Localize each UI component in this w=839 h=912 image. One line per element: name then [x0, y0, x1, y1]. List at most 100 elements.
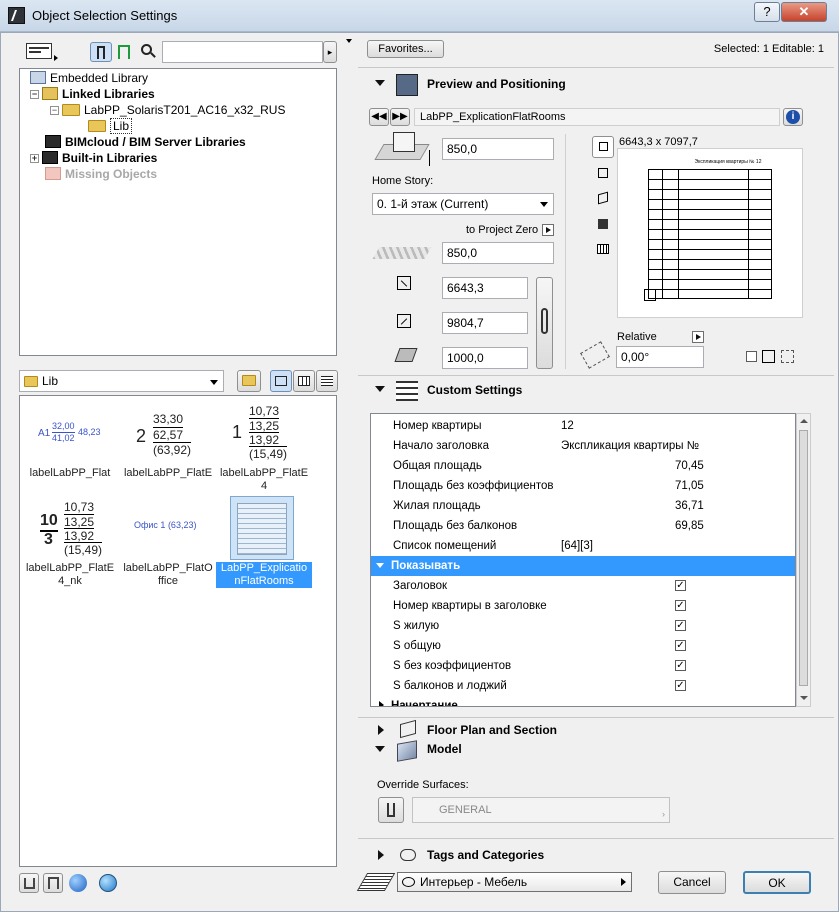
- angle-input[interactable]: 0,00°: [616, 346, 704, 368]
- tree-item-bimcloud[interactable]: BIMcloud / BIM Server Libraries: [45, 134, 246, 150]
- library-green-icon[interactable]: [118, 45, 130, 59]
- library-tree[interactable]: Embedded Library − Linked Libraries − LabP…: [19, 68, 337, 356]
- to-project-zero-button[interactable]: [542, 224, 554, 236]
- library-manager-button[interactable]: [19, 873, 39, 893]
- folder-select[interactable]: Lib: [19, 370, 224, 392]
- list-view-button[interactable]: [316, 370, 338, 392]
- expand-icon[interactable]: +: [30, 154, 39, 163]
- collapse-icon[interactable]: [376, 563, 384, 568]
- expand-section-icon[interactable]: [378, 725, 384, 735]
- prev-object-button[interactable]: ◀◀: [369, 108, 389, 126]
- param-row[interactable]: Заголовок ✓: [371, 576, 795, 596]
- collapse-section-icon[interactable]: [375, 746, 385, 752]
- width-input[interactable]: 6643,3: [442, 277, 528, 299]
- param-row[interactable]: Общая площадь 70,45: [371, 456, 795, 476]
- param-value[interactable]: 36,71: [675, 496, 704, 516]
- collapse-icon[interactable]: −: [30, 90, 39, 99]
- folder-up-button[interactable]: [237, 370, 261, 392]
- collapse-section-icon[interactable]: [375, 80, 385, 86]
- param-value[interactable]: 69,85: [675, 516, 704, 536]
- param-row[interactable]: Площадь без балконов 69,85: [371, 516, 795, 536]
- film-icon[interactable]: [597, 244, 609, 254]
- param-row[interactable]: Список помещений [64][3]: [371, 536, 795, 556]
- relative-button[interactable]: [692, 331, 704, 343]
- param-row[interactable]: Площадь без коэффициентов 71,05: [371, 476, 795, 496]
- thumb-labelLabPP_Flat[interactable]: A1 32,00 41,02 48,23 labelLabPP_Flat: [22, 406, 118, 482]
- render-view-icon[interactable]: [598, 219, 608, 229]
- library-chair-icon[interactable]: [90, 42, 112, 62]
- collapse-icon[interactable]: −: [50, 106, 59, 115]
- param-row[interactable]: S без коэффициентов ✓: [371, 656, 795, 676]
- thumb-labelLabPP_FlatE[interactable]: 2 33,30 62,57 (63,92) labelLabPP_FlatE: [120, 406, 216, 482]
- param-row[interactable]: Начало заголовка Экспликация квартиры №: [371, 436, 795, 456]
- param-checkbox[interactable]: ✓: [675, 680, 686, 691]
- library-search-input[interactable]: [162, 41, 323, 63]
- mirror-checkbox[interactable]: [746, 351, 757, 362]
- cancel-button[interactable]: Cancel: [658, 871, 726, 894]
- next-object-button[interactable]: ▶▶: [390, 108, 410, 126]
- scroll-up-icon[interactable]: [800, 419, 808, 423]
- param-value[interactable]: 71,05: [675, 476, 704, 496]
- tree-item-missing[interactable]: Missing Objects: [45, 166, 157, 182]
- param-checkbox[interactable]: ✓: [675, 640, 686, 651]
- parameter-list[interactable]: Номер квартиры 12 Начало заголовка Эксплик…: [370, 413, 796, 707]
- tree-item-linked-libraries[interactable]: − Linked Libraries: [30, 86, 155, 102]
- param-value[interactable]: 70,45: [675, 456, 704, 476]
- add-object-button[interactable]: [43, 873, 63, 893]
- depth-input[interactable]: 9804,7: [442, 312, 528, 334]
- param-row[interactable]: S общую ✓: [371, 636, 795, 656]
- close-button[interactable]: ✕: [781, 2, 827, 22]
- param-row[interactable]: Номер квартиры в заголовке ✓: [371, 596, 795, 616]
- thumb-labelLabPP_FlatE4_nk[interactable]: 10 3 10,73 13,25 13,92 (15,49) labelLabP…: [22, 500, 118, 587]
- scroll-down-icon[interactable]: [800, 696, 808, 700]
- thumb-labelLabPP_FlatOffice[interactable]: Офис 1 (63,23) labelLabPP_FlatO ffice: [120, 500, 216, 587]
- param-value[interactable]: Экспликация квартиры №: [561, 436, 699, 456]
- param-row[interactable]: Номер квартиры 12: [371, 416, 795, 436]
- small-thumb-view-button[interactable]: [293, 370, 315, 392]
- plan-view-button[interactable]: [592, 136, 614, 158]
- collapse-section-icon[interactable]: [375, 386, 385, 392]
- param-row[interactable]: Жилая площадь 36,71: [371, 496, 795, 516]
- large-thumb-view-button[interactable]: [270, 370, 292, 392]
- scroll-thumb[interactable]: [799, 430, 808, 686]
- param-checkbox[interactable]: ✓: [675, 580, 686, 591]
- tree-item-labpp-library[interactable]: − LabPP_SolarisT201_AC16_x32_RUS: [50, 102, 285, 118]
- override-surfaces-button[interactable]: [378, 797, 404, 823]
- height-input[interactable]: 850,0: [442, 138, 554, 160]
- tree-item-embedded-library[interactable]: Embedded Library: [30, 70, 148, 86]
- globe-icon[interactable]: [69, 874, 87, 892]
- param-checkbox[interactable]: ✓: [675, 660, 686, 671]
- parameter-scrollbar[interactable]: [796, 413, 811, 707]
- object-thumbnails[interactable]: A1 32,00 41,02 48,23 labelLabPP_Flat 2 3…: [19, 395, 337, 867]
- ok-button[interactable]: OK: [743, 871, 811, 894]
- keep-ratio-chain-button[interactable]: [536, 277, 553, 369]
- section-view-icon[interactable]: [598, 168, 608, 178]
- thumb-labpp-explication-selected[interactable]: LabPP_Explicatio nFlatRooms: [216, 496, 312, 588]
- param-row[interactable]: S балконов и лоджий ✓: [371, 676, 795, 696]
- elevation-input[interactable]: 850,0: [442, 242, 554, 264]
- expand-section-icon[interactable]: [378, 850, 384, 860]
- thumb-labelLabPP_FlatE4[interactable]: 1 10,73 13,25 13,92 (15,49) labelLabPP_F…: [216, 404, 312, 492]
- globe-download-icon[interactable]: [99, 874, 117, 892]
- height2-input[interactable]: 1000,0: [442, 347, 528, 369]
- pane-collapse-icon[interactable]: [345, 36, 353, 46]
- param-checkbox[interactable]: ✓: [675, 620, 686, 631]
- favorites-button[interactable]: Favorites...: [367, 40, 444, 58]
- param-value[interactable]: 12: [561, 416, 574, 436]
- param-row[interactable]: S жилую ✓: [371, 616, 795, 636]
- layer-select[interactable]: Интерьер - Мебель: [397, 872, 632, 892]
- param-group-show[interactable]: Показывать: [371, 556, 795, 576]
- expand-icon[interactable]: [379, 701, 384, 706]
- view-mode-icon[interactable]: [26, 43, 52, 59]
- param-group-drawing[interactable]: Начертание: [371, 696, 795, 706]
- view-mode-dropdown-icon[interactable]: [54, 55, 58, 61]
- tree-item-lib[interactable]: Lib: [88, 118, 133, 134]
- home-story-select[interactable]: 0. 1-й этаж (Current): [372, 193, 554, 215]
- param-value[interactable]: [64][3]: [561, 536, 593, 556]
- surface-select[interactable]: GENERAL ›: [412, 797, 670, 823]
- param-checkbox[interactable]: ✓: [675, 600, 686, 611]
- tree-item-builtin[interactable]: + Built-in Libraries: [30, 150, 157, 166]
- help-button[interactable]: ?: [754, 2, 780, 22]
- info-button[interactable]: i: [783, 108, 803, 126]
- search-go-button[interactable]: ▸: [323, 41, 337, 63]
